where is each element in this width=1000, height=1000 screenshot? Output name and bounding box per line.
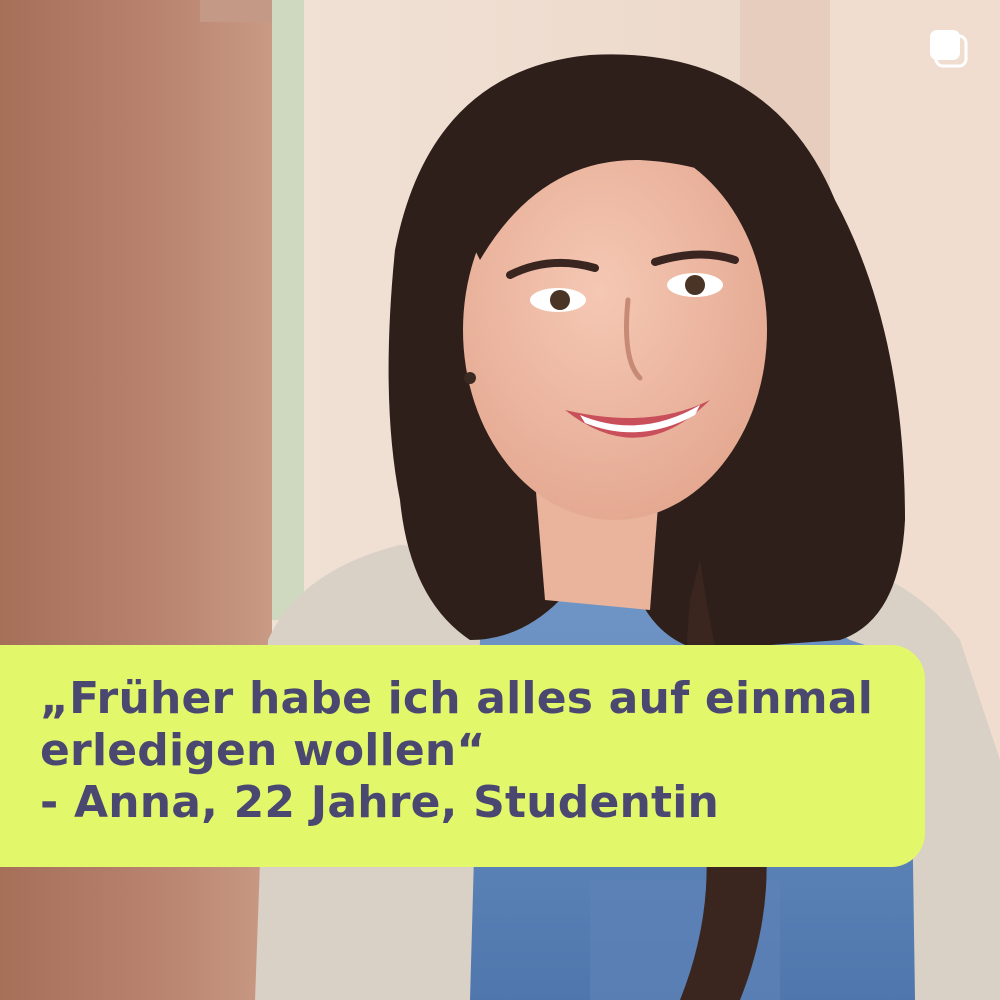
- quote-line-2: erledigen wollen“: [40, 725, 486, 776]
- quote-attribution: - Anna, 22 Jahre, Studentin: [40, 777, 720, 828]
- multiple-images-icon[interactable]: [928, 28, 970, 70]
- post-image: „Früher habe ich alles auf einmal erledi…: [0, 0, 1000, 1000]
- quote-banner: „Früher habe ich alles auf einmal erledi…: [0, 645, 925, 867]
- quote-line-1: „Früher habe ich alles auf einmal: [40, 673, 873, 724]
